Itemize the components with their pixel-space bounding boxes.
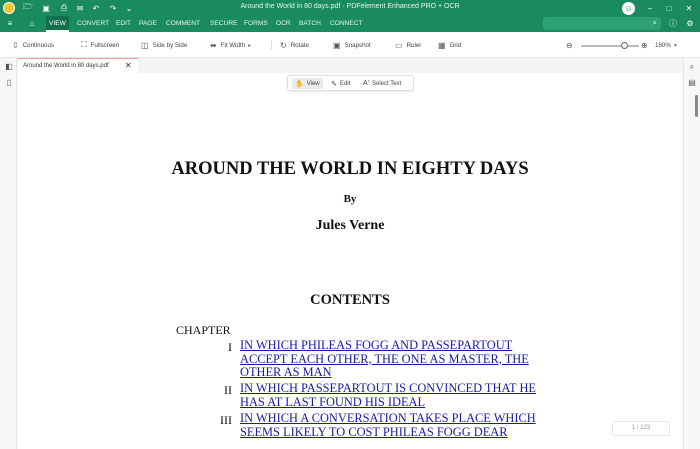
chapter-link[interactable]: IN WHICH PHILEAS FOGG AND PASSEPARTOUT A… bbox=[240, 338, 550, 380]
fullscreen-icon: ⛶ bbox=[81, 40, 87, 49]
chapter-link[interactable]: IN WHICH A CONVERSATION TAKES PLACE WHIC… bbox=[240, 411, 550, 439]
chapter-number: III bbox=[220, 413, 232, 427]
side-by-side-icon: ◫ bbox=[141, 40, 149, 50]
chapter-label: CHAPTER bbox=[176, 323, 231, 337]
select-text-mode-button[interactable]: A′ Select Text bbox=[360, 78, 404, 89]
rotate-button[interactable]: ↻ Rotate bbox=[280, 39, 309, 51]
total-pages: / 123 bbox=[636, 425, 651, 431]
hand-icon: ✋ bbox=[295, 80, 304, 88]
ruler-icon: ▭ bbox=[395, 40, 403, 50]
menu-edit[interactable]: EDIT bbox=[113, 16, 134, 32]
text-cursor-icon: A′ bbox=[363, 80, 369, 87]
close-window-icon[interactable]: ✕ bbox=[682, 2, 696, 14]
book-by: By bbox=[343, 193, 357, 205]
menu-view[interactable]: VIEW bbox=[46, 16, 69, 32]
menu-ocr[interactable]: OCR bbox=[273, 16, 294, 32]
menu-convert[interactable]: CONVERT bbox=[74, 16, 112, 32]
fit-width-icon: ⬌ bbox=[210, 40, 217, 50]
title-bar: 🗁 ▣ ⎙ ✉ ↶ ↷ ⌄ Around the World in 80 day… bbox=[0, 0, 700, 16]
fit-width-button[interactable]: ⬌ Fit Width ▸ bbox=[210, 39, 251, 51]
home-icon[interactable]: ⌂ bbox=[26, 18, 38, 30]
vertical-scrollbar-thumb[interactable] bbox=[695, 95, 698, 117]
fit-width-dropdown-icon[interactable]: ▸ bbox=[248, 42, 251, 49]
camera-icon: ▣ bbox=[333, 40, 341, 50]
pencil-icon: ✎ bbox=[331, 80, 337, 88]
toolbar-divider bbox=[271, 40, 272, 50]
find-icon[interactable]: ⌕ bbox=[686, 61, 698, 73]
help-icon[interactable]: ⓘ bbox=[667, 18, 679, 30]
grid-button[interactable]: ▦ Grid bbox=[438, 39, 461, 51]
grid-icon: ▦ bbox=[438, 40, 446, 50]
menu-connect[interactable]: CONNECT bbox=[327, 16, 366, 32]
zoom-out-icon: ⊖ bbox=[566, 40, 573, 50]
account-avatar-icon[interactable]: ☺ bbox=[622, 2, 635, 15]
menu-comment[interactable]: COMMENT bbox=[163, 16, 203, 32]
menu-secure[interactable]: SECURE bbox=[207, 16, 240, 32]
document-tab[interactable]: Around the World in 80 days.pdf bbox=[18, 58, 138, 73]
book-author: Jules Verne bbox=[315, 218, 385, 233]
fullscreen-button[interactable]: ⛶ Fullscreen bbox=[81, 39, 119, 51]
book-title: AROUND THE WORLD IN EIGHTY DAYS bbox=[171, 159, 529, 179]
side-by-side-button[interactable]: ◫ Side by Side bbox=[141, 39, 187, 51]
menu-batch[interactable]: BATCH bbox=[296, 16, 324, 32]
settings-gear-icon[interactable]: ⚙ bbox=[684, 18, 696, 30]
view-mode-button[interactable]: ✋ View bbox=[292, 78, 323, 89]
ruler-button[interactable]: ▭ Ruler bbox=[395, 39, 421, 51]
continuous-icon: ⇳ bbox=[12, 40, 19, 50]
sidebar-toggle-icon[interactable]: ◧ bbox=[3, 61, 15, 73]
chapter-link[interactable]: IN WHICH PASSEPARTOUT IS CONVINCED THAT … bbox=[240, 381, 550, 409]
zoom-in-button[interactable]: ⊕ bbox=[641, 39, 652, 51]
zoom-dropdown-icon: ▾ bbox=[673, 42, 677, 49]
chapter-number: I bbox=[228, 340, 232, 354]
search-input[interactable] bbox=[547, 18, 642, 29]
continuous-button[interactable]: ⇳ Continuous bbox=[12, 39, 54, 51]
close-tab-icon[interactable]: ✕ bbox=[125, 61, 132, 70]
menu-bar: ≡ ⌂ VIEW CONVERT EDIT PAGE COMMENT SECUR… bbox=[0, 16, 700, 32]
menu-page[interactable]: PAGE bbox=[136, 16, 160, 32]
rotate-icon: ↻ bbox=[280, 40, 287, 50]
maximize-icon[interactable]: □ bbox=[662, 2, 676, 14]
left-panel-strip bbox=[0, 58, 17, 449]
properties-panel-icon[interactable]: ▤ bbox=[686, 77, 698, 89]
page-indicator: 1 / 123 bbox=[612, 421, 670, 436]
app-window: 🗁 ▣ ⎙ ✉ ↶ ↷ ⌄ Around the World in 80 day… bbox=[0, 0, 700, 449]
snapshot-button[interactable]: ▣ Snapshot bbox=[333, 39, 371, 51]
zoom-slider-handle[interactable] bbox=[621, 41, 628, 49]
contents-heading: CONTENTS bbox=[310, 292, 390, 308]
zoom-in-icon: ⊕ bbox=[641, 40, 648, 50]
document-page: AROUND THE WORLD IN EIGHTY DAYS By Jules… bbox=[18, 92, 682, 449]
chapter-number: II bbox=[224, 383, 232, 397]
current-page-number[interactable]: 1 bbox=[632, 425, 635, 431]
window-title: Around the World in 80 days.pdf · PDFele… bbox=[240, 3, 460, 10]
menu-forms[interactable]: FORMS bbox=[241, 16, 271, 32]
zoom-level-select[interactable]: 180% ▾ bbox=[655, 39, 677, 51]
edit-mode-button[interactable]: ✎ Edit bbox=[328, 78, 353, 89]
search-icon[interactable]: ⌕ bbox=[653, 18, 657, 28]
hamburger-menu-icon[interactable]: ≡ bbox=[4, 18, 16, 30]
search-box: ⌕ bbox=[543, 17, 661, 30]
zoom-out-button[interactable]: ⊖ bbox=[566, 39, 577, 51]
minimize-icon[interactable]: – bbox=[643, 2, 657, 14]
zoom-slider-track[interactable] bbox=[581, 45, 639, 47]
edit-mode-bar: ✋ View ✎ Edit A′ Select Text bbox=[287, 75, 414, 91]
bookmark-panel-icon[interactable]: ▯ bbox=[3, 77, 15, 89]
